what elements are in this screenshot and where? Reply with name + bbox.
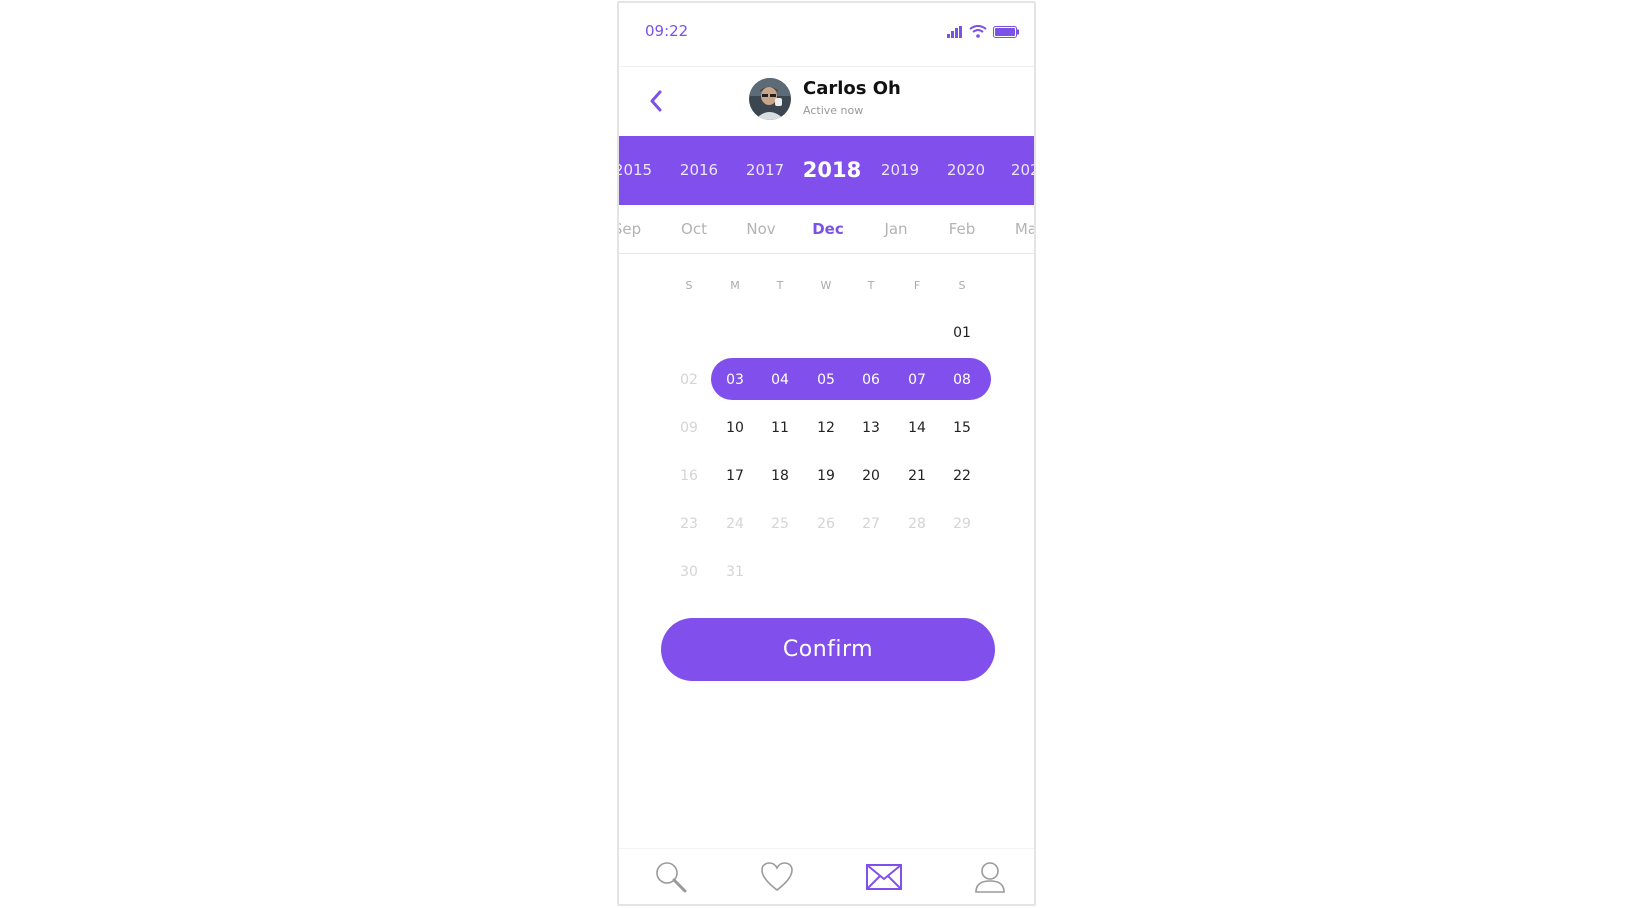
year-item-selected[interactable]: 2018 bbox=[803, 136, 861, 205]
calendar-day[interactable]: 26 bbox=[817, 516, 835, 532]
signal-icon bbox=[947, 25, 962, 38]
year-item[interactable]: 2019 bbox=[881, 136, 919, 205]
calendar-day[interactable]: 20 bbox=[862, 468, 880, 484]
weekday-label: F bbox=[913, 279, 921, 292]
weekday-label: T bbox=[776, 279, 784, 292]
weekday-label: T bbox=[867, 279, 875, 292]
year-item[interactable]: 2020 bbox=[947, 136, 985, 205]
calendar-day-selected[interactable]: 04 bbox=[771, 372, 789, 388]
weekday-label: S bbox=[685, 279, 693, 292]
year-item[interactable]: 2017 bbox=[746, 136, 784, 205]
month-picker[interactable]: Sep Oct Nov Dec Jan Feb Mar bbox=[619, 205, 1034, 254]
month-item[interactable]: Nov bbox=[746, 205, 775, 253]
search-icon bbox=[656, 862, 687, 893]
calendar-day[interactable]: 28 bbox=[908, 516, 926, 532]
month-item-selected[interactable]: Dec bbox=[812, 205, 844, 253]
calendar-day[interactable]: 02 bbox=[680, 372, 698, 388]
calendar-day[interactable]: 29 bbox=[953, 516, 971, 532]
weekday-label: W bbox=[820, 279, 832, 292]
year-item[interactable]: 2021 bbox=[1011, 136, 1034, 205]
tab-favorites[interactable] bbox=[757, 859, 797, 895]
calendar-day[interactable]: 13 bbox=[862, 420, 880, 436]
heart-icon bbox=[761, 862, 793, 892]
chevron-left-icon bbox=[650, 90, 662, 112]
calendar-day[interactable]: 31 bbox=[726, 564, 744, 580]
tab-profile[interactable] bbox=[970, 859, 1010, 895]
calendar-day[interactable]: 16 bbox=[680, 468, 698, 484]
weekday-label: M bbox=[730, 279, 740, 292]
calendar-day[interactable]: 12 bbox=[817, 420, 835, 436]
calendar-day[interactable]: 22 bbox=[953, 468, 971, 484]
month-item[interactable]: Mar bbox=[1015, 205, 1034, 253]
mail-icon bbox=[866, 864, 902, 890]
calendar-day[interactable]: 01 bbox=[953, 325, 971, 341]
month-item[interactable]: Feb bbox=[949, 205, 976, 253]
weekday-label: S bbox=[958, 279, 966, 292]
calendar-day[interactable]: 27 bbox=[862, 516, 880, 532]
contact-status: Active now bbox=[803, 104, 864, 117]
calendar-day[interactable]: 25 bbox=[771, 516, 789, 532]
year-item[interactable]: 2016 bbox=[680, 136, 718, 205]
calendar-day-selected[interactable]: 07 bbox=[908, 372, 926, 388]
month-item[interactable]: Jan bbox=[884, 205, 907, 253]
calendar-day-selected[interactable]: 06 bbox=[862, 372, 880, 388]
year-item[interactable]: 2015 bbox=[619, 136, 652, 205]
calendar-day-selected[interactable]: 03 bbox=[726, 372, 744, 388]
profile-icon bbox=[975, 862, 1005, 893]
selected-range-highlight bbox=[711, 358, 991, 400]
calendar-day[interactable]: 14 bbox=[908, 420, 926, 436]
calendar-day-selected[interactable]: 08 bbox=[953, 372, 971, 388]
confirm-button[interactable]: Confirm bbox=[661, 618, 995, 681]
calendar-day[interactable]: 19 bbox=[817, 468, 835, 484]
calendar-day[interactable]: 09 bbox=[680, 420, 698, 436]
wifi-icon bbox=[969, 25, 987, 38]
calendar-day[interactable]: 15 bbox=[953, 420, 971, 436]
battery-icon bbox=[993, 25, 1019, 38]
calendar-day[interactable]: 21 bbox=[908, 468, 926, 484]
tab-search[interactable] bbox=[651, 859, 691, 895]
calendar-day[interactable]: 17 bbox=[726, 468, 744, 484]
back-button[interactable] bbox=[641, 83, 671, 119]
avatar[interactable] bbox=[749, 78, 791, 120]
calendar-day[interactable]: 11 bbox=[771, 420, 789, 436]
chat-header: Carlos Oh Active now bbox=[619, 66, 1034, 137]
tab-bar bbox=[619, 848, 1034, 904]
month-item[interactable]: Oct bbox=[681, 205, 707, 253]
calendar-day[interactable]: 23 bbox=[680, 516, 698, 532]
status-bar: 09:22 bbox=[619, 3, 1034, 63]
tab-messages[interactable] bbox=[864, 859, 904, 895]
contact-name: Carlos Oh bbox=[803, 78, 901, 99]
calendar-day[interactable]: 30 bbox=[680, 564, 698, 580]
year-picker[interactable]: 2015 2016 2017 2018 2019 2020 2021 bbox=[619, 136, 1034, 205]
month-item[interactable]: Sep bbox=[619, 205, 641, 253]
calendar-day[interactable]: 10 bbox=[726, 420, 744, 436]
calendar-day[interactable]: 18 bbox=[771, 468, 789, 484]
status-icons bbox=[947, 25, 1020, 38]
calendar-day[interactable]: 24 bbox=[726, 516, 744, 532]
status-time: 09:22 bbox=[645, 22, 689, 40]
calendar-day-selected[interactable]: 05 bbox=[817, 372, 835, 388]
phone-frame: 09:22 Carlos Oh Active now 2015 2016 201… bbox=[617, 1, 1036, 906]
